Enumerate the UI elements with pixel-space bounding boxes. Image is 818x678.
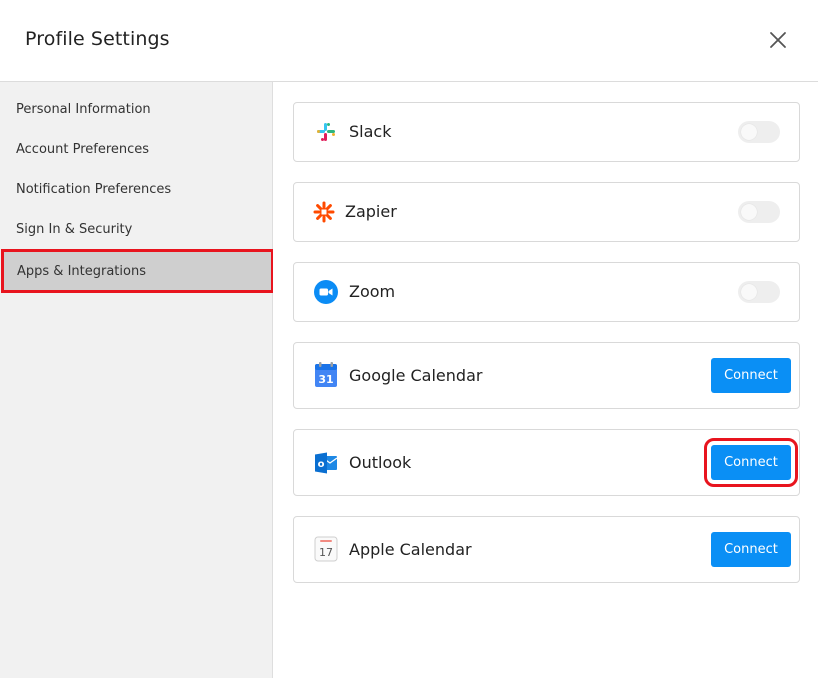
zoom-icon <box>314 280 338 304</box>
sidebar-item-label: Notification Preferences <box>16 181 172 197</box>
zapier-icon <box>312 200 336 224</box>
google-calendar-icon-text: 31 <box>318 373 333 386</box>
close-icon <box>770 32 786 48</box>
integration-card-apple-calendar: 17 Apple Calendar Connect <box>293 516 800 583</box>
integration-card-outlook: o Outlook Connect <box>293 429 800 496</box>
toggle-knob <box>741 284 757 300</box>
integration-name: Outlook <box>349 453 412 472</box>
dialog-header: Profile Settings <box>0 0 818 82</box>
sidebar-item-apps-integrations[interactable]: Apps & Integrations <box>1 249 274 293</box>
page-title: Profile Settings <box>25 28 170 50</box>
integration-name: Zapier <box>345 202 397 221</box>
sidebar-item-notification-preferences[interactable]: Notification Preferences <box>0 169 272 209</box>
sidebar-item-label: Apps & Integrations <box>17 263 146 279</box>
integrations-panel: Slack Zapier Zoom 31 Google Calendar Con… <box>273 82 818 678</box>
sidebar-item-label: Personal Information <box>16 101 151 117</box>
google-calendar-connect-button[interactable]: Connect <box>711 358 791 393</box>
apple-calendar-icon-text: 17 <box>319 546 333 559</box>
zapier-toggle[interactable] <box>738 201 780 223</box>
integration-name: Google Calendar <box>349 366 483 385</box>
integration-card-slack: Slack <box>293 102 800 162</box>
toggle-knob <box>741 204 757 220</box>
apple-calendar-connect-button[interactable]: Connect <box>711 532 791 567</box>
close-button[interactable] <box>766 28 790 52</box>
sidebar-item-personal-information[interactable]: Personal Information <box>0 89 272 129</box>
integration-name: Slack <box>349 122 392 141</box>
outlook-icon: o <box>314 451 338 475</box>
sidebar-item-account-preferences[interactable]: Account Preferences <box>0 129 272 169</box>
sidebar-item-sign-in-security[interactable]: Sign In & Security <box>0 209 272 249</box>
outlook-icon-text: o <box>318 459 325 470</box>
toggle-knob <box>741 124 757 140</box>
integration-card-zoom: Zoom <box>293 262 800 322</box>
integration-card-google-calendar: 31 Google Calendar Connect <box>293 342 800 409</box>
settings-sidebar: Personal Information Account Preferences… <box>0 82 274 678</box>
sidebar-item-label: Sign In & Security <box>16 221 133 237</box>
sidebar-item-label: Account Preferences <box>16 141 150 157</box>
apple-calendar-icon: 17 <box>314 536 338 562</box>
slack-toggle[interactable] <box>738 121 780 143</box>
slack-icon <box>314 120 338 144</box>
google-calendar-icon: 31 <box>314 362 338 387</box>
outlook-connect-button[interactable]: Connect <box>704 438 798 487</box>
integration-card-zapier: Zapier <box>293 182 800 242</box>
zoom-toggle[interactable] <box>738 281 780 303</box>
integration-name: Zoom <box>349 282 396 301</box>
integration-name: Apple Calendar <box>349 540 472 559</box>
